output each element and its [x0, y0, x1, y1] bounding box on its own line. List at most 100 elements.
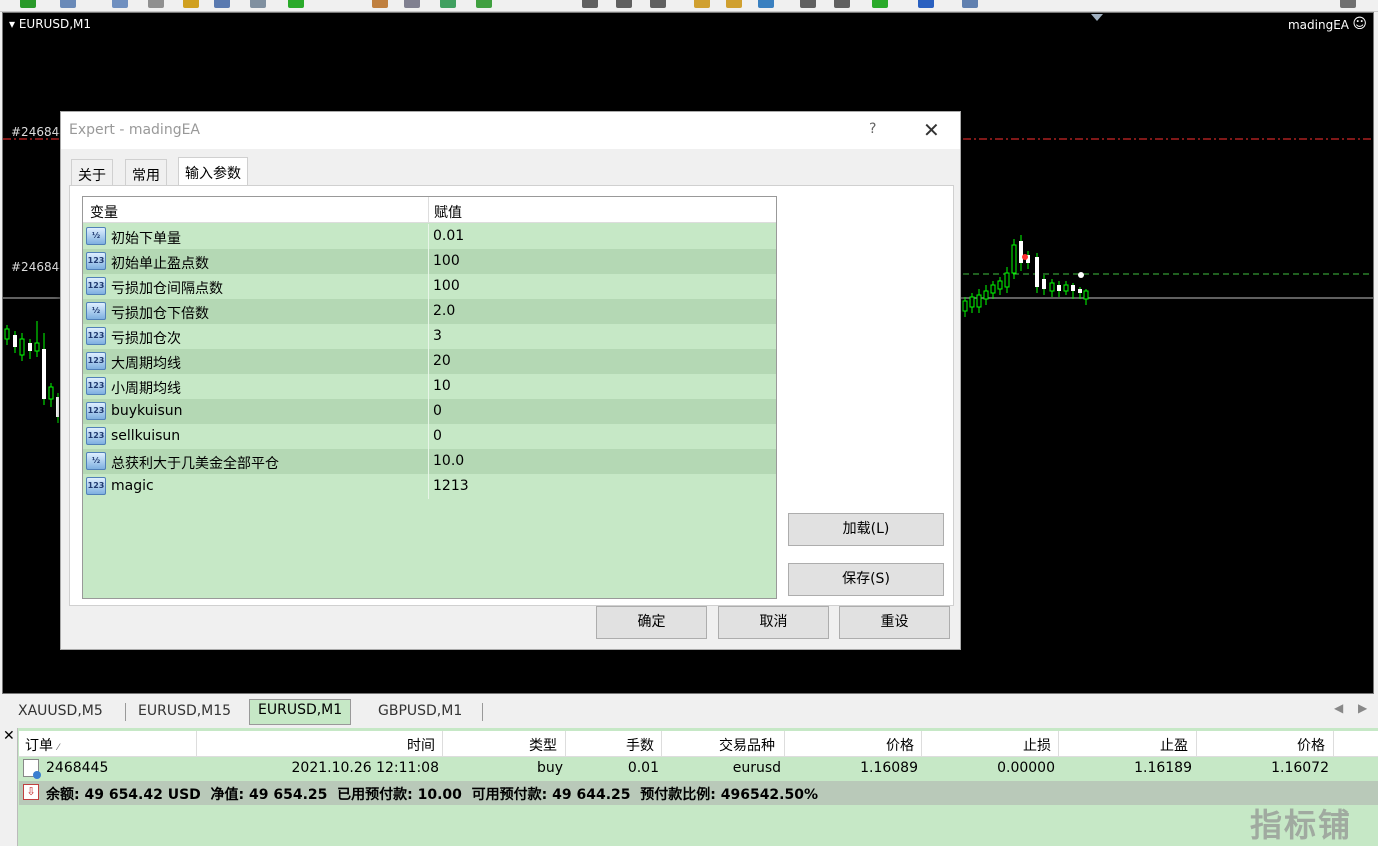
123-icon: 123 — [86, 402, 106, 420]
terminal-sidebar: ✕ — [0, 728, 18, 846]
tab-divider — [125, 703, 126, 721]
reset-button[interactable]: 重设 — [839, 606, 950, 639]
data-window-icon[interactable] — [148, 0, 164, 8]
column-divider[interactable] — [428, 197, 429, 223]
parameter-row[interactable]: ½ 总获利大于几美金全部平仓 10.0 — [83, 449, 776, 474]
plus-icon[interactable] — [872, 0, 888, 8]
column-divider — [428, 374, 429, 399]
parameter-value[interactable]: 2.0 — [433, 303, 455, 319]
scroll-right-icon[interactable]: ▶ — [1358, 701, 1367, 715]
chart-tab-eurusd-m1[interactable]: EURUSD,M1 — [249, 699, 352, 725]
bar-chart-icon[interactable] — [582, 0, 598, 8]
column-header-variable[interactable]: 变量 — [90, 202, 118, 222]
cancel-button[interactable]: 取消 — [718, 606, 829, 639]
line-tool-icon[interactable] — [372, 0, 388, 8]
column-header-value[interactable]: 赋值 — [434, 202, 462, 222]
parameter-row[interactable]: 123 初始单止盈点数 100 — [83, 249, 776, 274]
terminal-icon[interactable] — [214, 0, 230, 8]
save-button[interactable]: 保存(S) — [788, 563, 944, 596]
line-chart-icon[interactable] — [650, 0, 666, 8]
pencil-icon[interactable] — [694, 0, 710, 8]
column-header-type[interactable]: 类型 — [529, 735, 557, 755]
close-icon[interactable]: ✕ — [923, 118, 940, 142]
123-icon: 123 — [86, 277, 106, 295]
123-icon: 123 — [86, 252, 106, 270]
parameter-value[interactable]: 3 — [433, 328, 442, 344]
tab-about[interactable]: 关于 — [71, 159, 113, 185]
load-button[interactable]: 加载(L) — [788, 513, 944, 546]
column-divider — [921, 731, 922, 757]
scroll-left-icon[interactable]: ◀ — [1334, 701, 1343, 715]
add-icon[interactable] — [288, 0, 304, 8]
parameter-row[interactable]: 123 buykuisun 0 — [83, 399, 776, 424]
clock-icon[interactable] — [918, 0, 934, 8]
dialog-title-bar[interactable]: Expert - madingEA ? ✕ — [61, 112, 960, 149]
chart-tab-eurusd-m15[interactable]: EURUSD,M15 — [130, 701, 239, 725]
parameter-name: 总获利大于几美金全部平仓 — [111, 456, 279, 472]
table-row[interactable]: 2468445 2021.10.26 12:11:08 buy 0.01 eur… — [19, 757, 1378, 781]
column-divider — [1333, 731, 1334, 757]
parameter-row[interactable]: 123 亏损加仓次 3 — [83, 324, 776, 349]
templates-icon[interactable] — [962, 0, 978, 8]
parameter-row[interactable]: 123 大周期均线 20 — [83, 349, 776, 374]
parameter-row[interactable]: ½ 初始下单量 0.01 — [83, 224, 776, 249]
zoom-in-icon[interactable] — [800, 0, 816, 8]
favorites-icon[interactable] — [183, 0, 199, 8]
navigator-icon[interactable] — [112, 0, 128, 8]
ok-button[interactable]: 确定 — [596, 606, 707, 639]
parameter-row[interactable]: 123 亏损加仓间隔点数 100 — [83, 274, 776, 299]
parameter-row[interactable]: 123 magic 1213 — [83, 474, 776, 499]
parameter-row[interactable]: ½ 亏损加仓下倍数 2.0 — [83, 299, 776, 324]
column-divider — [428, 249, 429, 274]
parameter-row[interactable]: 123 小周期均线 10 — [83, 374, 776, 399]
new-chart-icon[interactable] — [20, 0, 36, 8]
column-header-order[interactable]: 订单 ⁄ — [25, 735, 59, 755]
search-icon[interactable] — [1340, 0, 1356, 8]
v2-icon: ½ — [86, 227, 106, 245]
parameter-value[interactable]: 0.01 — [433, 228, 464, 244]
parameter-value[interactable]: 100 — [433, 278, 460, 294]
column-header-price[interactable]: 价格 — [886, 735, 914, 755]
parameter-value[interactable]: 0 — [433, 428, 442, 444]
parameter-value[interactable]: 0 — [433, 403, 442, 419]
parameter-value[interactable]: 20 — [433, 353, 451, 369]
zoom-icon[interactable] — [250, 0, 266, 8]
arrow-tool-icon[interactable] — [758, 0, 774, 8]
indicator-icon[interactable] — [440, 0, 456, 8]
column-divider — [1058, 731, 1059, 757]
parameter-value[interactable]: 10.0 — [433, 453, 464, 469]
chart-tab-xauusd-m5[interactable]: XAUUSD,M5 — [10, 701, 111, 725]
smiley-icon: ☺ — [1352, 16, 1367, 32]
chart-type-icon[interactable] — [404, 0, 420, 8]
column-divider — [428, 224, 429, 249]
text-tool-icon[interactable] — [726, 0, 742, 8]
help-button[interactable]: ? — [869, 121, 876, 137]
order-level-label: #246844 — [11, 260, 67, 274]
candle-chart-icon[interactable] — [616, 0, 632, 8]
tab-inputs[interactable]: 输入参数 — [178, 157, 248, 186]
parameter-value[interactable]: 1213 — [433, 478, 469, 494]
parameter-value[interactable]: 10 — [433, 378, 451, 394]
profiles-icon[interactable] — [60, 0, 76, 8]
column-header-tp[interactable]: 止盈 — [1160, 735, 1188, 755]
chart-tab-gbpusd-m1[interactable]: GBPUSD,M1 — [370, 701, 470, 725]
order-icon — [23, 759, 41, 779]
autotrading-icon[interactable] — [476, 0, 492, 8]
parameter-name: 亏损加仓间隔点数 — [111, 281, 223, 297]
123-icon: 123 — [86, 427, 106, 445]
column-header-symbol[interactable]: 交易品种 — [719, 735, 775, 755]
column-header-sl[interactable]: 止损 — [1023, 735, 1051, 755]
zoom-out-icon[interactable] — [834, 0, 850, 8]
parameter-value[interactable]: 100 — [433, 253, 460, 269]
tab-common[interactable]: 常用 — [125, 159, 167, 185]
parameters-table[interactable]: 变量 赋值 ½ 初始下单量 0.01 123 初始单止盈点数 100 123 亏损加仓间隔点数… — [82, 196, 777, 599]
column-header-current-price[interactable]: 价格 — [1297, 735, 1325, 755]
close-icon[interactable]: ✕ — [3, 728, 15, 744]
column-divider — [442, 731, 443, 757]
chart-shift-marker — [1091, 14, 1103, 21]
parameter-row[interactable]: 123 sellkuisun 0 — [83, 424, 776, 449]
column-header-time[interactable]: 时间 — [407, 735, 435, 755]
v2-icon: ½ — [86, 302, 106, 320]
column-header-lots[interactable]: 手数 — [626, 735, 654, 755]
order-level-label: #246844 — [11, 125, 67, 139]
